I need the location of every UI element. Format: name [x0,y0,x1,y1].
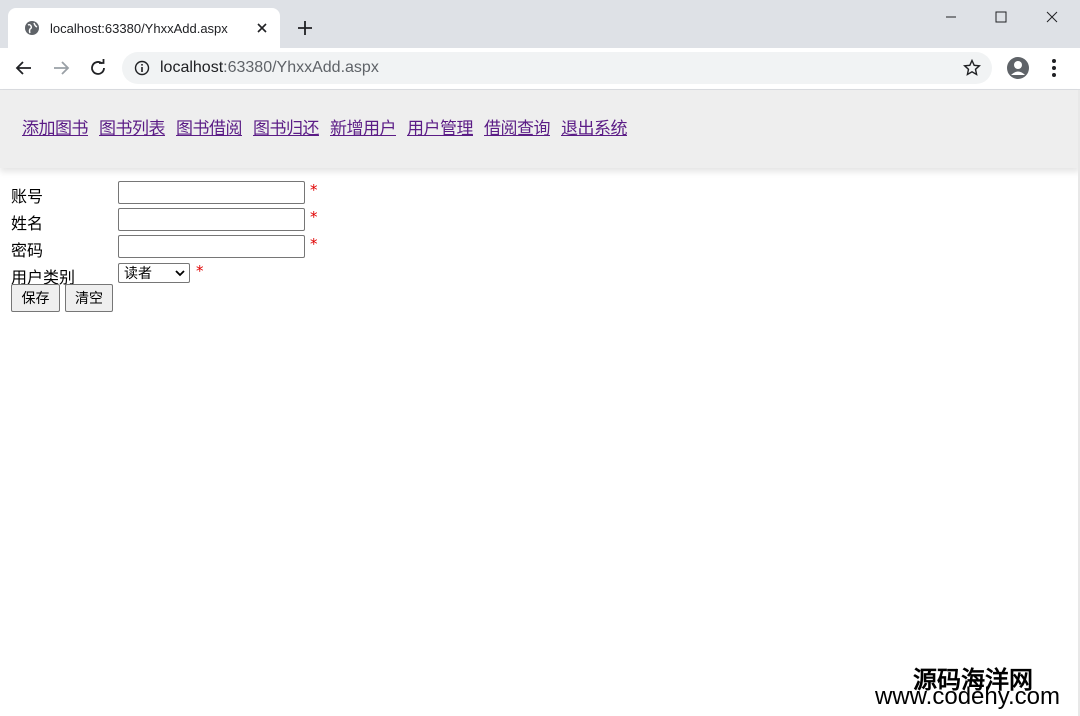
close-window-icon[interactable] [1027,0,1077,34]
address-bar[interactable]: localhost:63380/YhxxAdd.aspx [122,52,992,84]
chevron-down-icon [175,270,185,277]
url-rest: :63380/YhxxAdd.aspx [223,59,379,76]
nav-link-logout[interactable]: 退出系统 [561,114,628,139]
browser-window: localhost:63380/YhxxAdd.aspx localhost:6… [0,0,1080,716]
nav-link-return-book[interactable]: 图书归还 [253,114,320,139]
info-icon[interactable] [134,60,150,76]
save-button[interactable]: 保存 [11,284,60,312]
account-input[interactable] [118,181,305,204]
nav-link-add-user[interactable]: 新增用户 [330,114,397,139]
minimize-icon[interactable] [926,0,976,34]
password-label: 密码 [11,241,44,260]
clear-button[interactable]: 清空 [65,284,113,312]
tab-title: localhost:63380/YhxxAdd.aspx [50,20,228,36]
bookmark-star-icon[interactable] [962,58,982,78]
browser-tab[interactable]: localhost:63380/YhxxAdd.aspx [8,8,280,48]
name-label: 姓名 [11,214,44,233]
nav-link-book-list[interactable]: 图书列表 [99,114,166,139]
url-text[interactable]: localhost:63380/YhxxAdd.aspx [160,59,379,77]
password-required-mark: * [310,235,318,253]
account-required-mark: * [310,181,318,199]
name-input[interactable] [118,208,305,231]
forward-icon[interactable] [47,54,75,82]
maximize-icon[interactable] [976,0,1026,34]
nav-links: 添加图书 图书列表 图书借阅 图书归还 新增用户 用户管理 借阅查询 退出系统 [22,114,638,139]
account-label: 账号 [11,187,44,206]
browser-toolbar: localhost:63380/YhxxAdd.aspx [0,48,1080,90]
user-type-selected-value: 读者 [124,266,152,282]
new-tab-icon[interactable] [293,16,317,40]
url-host: localhost [160,59,224,76]
nav-link-borrow-query[interactable]: 借阅查询 [484,114,551,139]
tab-close-icon[interactable] [252,18,272,38]
tab-strip: localhost:63380/YhxxAdd.aspx [0,0,1080,48]
password-input[interactable] [118,235,305,258]
globe-icon [24,20,40,36]
user-type-select[interactable]: 读者 [118,263,190,283]
kebab-menu-icon[interactable] [1042,56,1066,80]
nav-link-borrow-book[interactable]: 图书借阅 [176,114,243,139]
nav-link-add-book[interactable]: 添加图书 [22,114,89,139]
nav-link-user-management[interactable]: 用户管理 [407,114,474,139]
back-icon[interactable] [10,54,38,82]
watermark-url: www.codehy.com [875,683,1060,710]
user-type-required-mark: * [196,262,204,280]
name-required-mark: * [310,208,318,226]
site-nav-bar: 添加图书 图书列表 图书借阅 图书归还 新增用户 用户管理 借阅查询 退出系统 [0,90,1080,168]
profile-avatar-icon[interactable] [1006,56,1030,80]
reload-icon[interactable] [84,54,112,82]
